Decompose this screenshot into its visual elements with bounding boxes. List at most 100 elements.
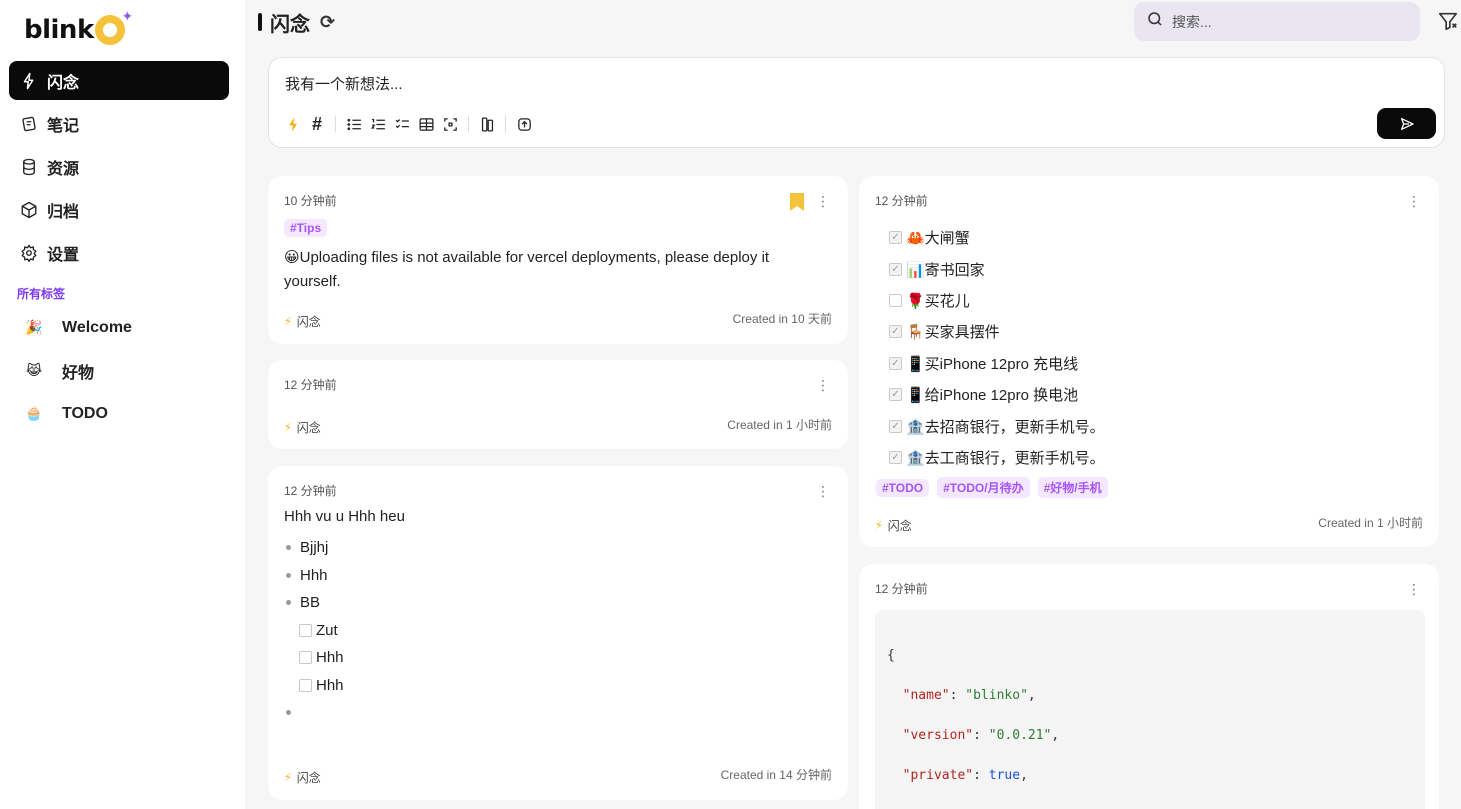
note-card[interactable]: 12 分钟前 ⋮ ✓ 🦀大闸蟹 ✓ 📊寄书回家 🌹买花儿 ✓ 🪑买家具摆件 ✓ 📱买iP… xyxy=(859,176,1439,547)
created-time: Created in 10 天前 xyxy=(732,312,832,326)
page-title-text: 闪念 xyxy=(270,13,310,36)
list-item: Bjjhj xyxy=(284,534,344,562)
filter-icon[interactable] xyxy=(1437,10,1459,32)
nav-item-label: 资源 xyxy=(47,160,80,178)
note-card[interactable]: 12 分钟前 ⋮ Hhh vu u Hhh heu Bjjhj Hhh BB Z… xyxy=(268,466,848,800)
code-line: { xyxy=(887,648,895,663)
checkbox[interactable]: ✓ xyxy=(889,388,902,402)
search-input[interactable] xyxy=(1172,13,1392,30)
checklist-icon[interactable] xyxy=(390,113,414,135)
flash-type-icon[interactable] xyxy=(281,113,305,135)
checkbox[interactable]: ✓ xyxy=(889,356,902,370)
more-options-icon[interactable]: ⋮ xyxy=(816,484,830,498)
more-options-icon[interactable]: ⋮ xyxy=(816,194,830,208)
search-box[interactable] xyxy=(1134,2,1420,41)
checkbox[interactable] xyxy=(299,623,312,637)
tag-item-label: TODO xyxy=(62,404,108,422)
todo-item[interactable]: ✓ 🪑买家具摆件 xyxy=(889,316,1105,347)
send-button[interactable] xyxy=(1377,108,1436,139)
todo-item[interactable]: ✓ 📱买iPhone 12pro 充电线 xyxy=(889,348,1105,379)
todo-item[interactable]: ✓ 🏦去工商银行，更新手机号。 xyxy=(889,442,1105,473)
upload-icon[interactable] xyxy=(512,113,536,135)
nav-item-settings[interactable]: 设置 xyxy=(9,233,229,272)
note-type-tag[interactable]: ⚡ 闪念 xyxy=(875,517,912,534)
more-options-icon[interactable]: ⋮ xyxy=(816,378,830,392)
note-heading: Hhh vu u Hhh heu xyxy=(284,508,405,525)
note-time: 12 分钟前 xyxy=(875,582,928,596)
todo-item[interactable]: ✓ 🏦去招商银行，更新手机号。 xyxy=(889,410,1105,441)
cat-face-icon: 😹 xyxy=(25,362,43,378)
database-icon xyxy=(19,157,39,177)
refresh-icon[interactable]: ⟳ xyxy=(320,12,335,33)
note-type-tag[interactable]: ⚡ 闪念 xyxy=(284,769,321,786)
numbered-list-icon[interactable] xyxy=(366,113,390,135)
split-view-icon[interactable] xyxy=(475,113,499,135)
archive-box-icon xyxy=(19,200,39,220)
main-nav: 闪念 笔记 资源 归档 设置 xyxy=(9,61,229,276)
nav-item-resources[interactable]: 资源 xyxy=(9,147,229,186)
fullscreen-icon[interactable] xyxy=(438,113,462,135)
more-options-icon[interactable]: ⋮ xyxy=(1407,194,1421,208)
note-card[interactable]: 12 分钟前 ⋮ ⚡ 闪念 Created in 1 小时前 xyxy=(268,360,848,449)
editor-input[interactable]: 我有一个新想法... xyxy=(285,73,403,94)
code-block: { "name": "blinko", "version": "0.0.21",… xyxy=(875,610,1425,809)
todo-item[interactable]: ✓ 📱给iPhone 12pro 换电池 xyxy=(889,379,1105,410)
tag-chip[interactable]: #TODO/月待办 xyxy=(937,477,1030,498)
toolbar-divider xyxy=(505,116,506,132)
tag-item-todo[interactable]: 🧁 TODO xyxy=(22,392,132,435)
tag-chip[interactable]: #Tips xyxy=(284,219,328,237)
flash-icon: ⚡ xyxy=(875,520,883,532)
nav-item-label: 闪念 xyxy=(47,74,80,92)
todo-item[interactable]: ✓ 📊寄书回家 xyxy=(889,253,1105,284)
bullet-list-icon[interactable] xyxy=(342,113,366,135)
todo-item[interactable]: ✓ 🦀大闸蟹 xyxy=(889,222,1105,253)
more-options-icon[interactable]: ⋮ xyxy=(1407,582,1421,596)
checkbox[interactable] xyxy=(299,678,312,692)
checkbox[interactable]: ✓ xyxy=(889,419,902,433)
checkbox[interactable] xyxy=(889,293,902,307)
table-icon[interactable] xyxy=(414,113,438,135)
todo-item[interactable]: Hhh xyxy=(299,644,344,672)
code-line: "version": "0.0.21", xyxy=(902,728,1060,743)
created-time: Created in 1 小时前 xyxy=(1318,516,1423,530)
code-line: "private": true, xyxy=(902,768,1028,783)
note-time: 12 分钟前 xyxy=(284,484,337,498)
logo-o-icon: ✦ xyxy=(94,9,133,45)
note-type-label: 闪念 xyxy=(887,519,912,533)
checkbox[interactable]: ✓ xyxy=(889,262,902,276)
bookmark-icon[interactable] xyxy=(788,192,806,212)
note-card[interactable]: 10 分钟前 ⋮ #Tips 😀Uploading files is not a… xyxy=(268,176,848,344)
note-editor[interactable]: 我有一个新想法... # xyxy=(268,57,1445,148)
todo-item[interactable]: 🌹买花儿 xyxy=(889,285,1105,316)
tag-chip[interactable]: #TODO xyxy=(876,479,930,497)
tag-item-welcome[interactable]: 🎉 Welcome xyxy=(22,306,132,349)
todo-item[interactable]: Zut xyxy=(299,617,344,645)
hashtag-icon[interactable]: # xyxy=(305,113,329,135)
checkbox[interactable]: ✓ xyxy=(889,231,902,245)
note-type-tag[interactable]: ⚡ 闪念 xyxy=(284,419,321,436)
created-time: Created in 1 小时前 xyxy=(727,418,832,432)
nav-item-archive[interactable]: 归档 xyxy=(9,190,229,229)
todo-list: ✓ 🦀大闸蟹 ✓ 📊寄书回家 🌹买花儿 ✓ 🪑买家具摆件 ✓ 📱买iPhone 12pr… xyxy=(889,222,1105,473)
todo-item[interactable]: Hhh xyxy=(299,672,344,700)
checkbox[interactable] xyxy=(299,651,312,665)
note-type-label: 闪念 xyxy=(296,771,321,785)
note-time: 10 分钟前 xyxy=(284,194,337,208)
nav-item-flash[interactable]: 闪念 xyxy=(9,61,229,100)
note-card[interactable]: 12 分钟前 ⋮ { "name": "blinko", "version": … xyxy=(859,564,1439,809)
tag-item-label: 好物 xyxy=(62,364,95,382)
page-title: 闪念 ⟳ xyxy=(258,8,335,36)
note-type-tag[interactable]: ⚡ 闪念 xyxy=(284,313,321,330)
nav-item-notes[interactable]: 笔记 xyxy=(9,104,229,143)
bullet-list: Bjjhj Hhh BB Zut Hhh Hhh xyxy=(284,534,344,727)
checkbox[interactable]: ✓ xyxy=(889,450,902,464)
tag-item-goods[interactable]: 😹 好物 xyxy=(22,349,132,392)
gear-icon xyxy=(19,243,39,263)
tag-chip[interactable]: #好物/手机 xyxy=(1037,477,1108,498)
checkbox[interactable]: ✓ xyxy=(889,325,902,339)
note-time: 12 分钟前 xyxy=(875,194,928,208)
party-popper-icon: 🎉 xyxy=(25,319,43,335)
editor-toolbar: # xyxy=(281,113,536,135)
app-logo[interactable]: blink ✦ xyxy=(24,9,133,48)
toolbar-divider xyxy=(335,116,336,132)
